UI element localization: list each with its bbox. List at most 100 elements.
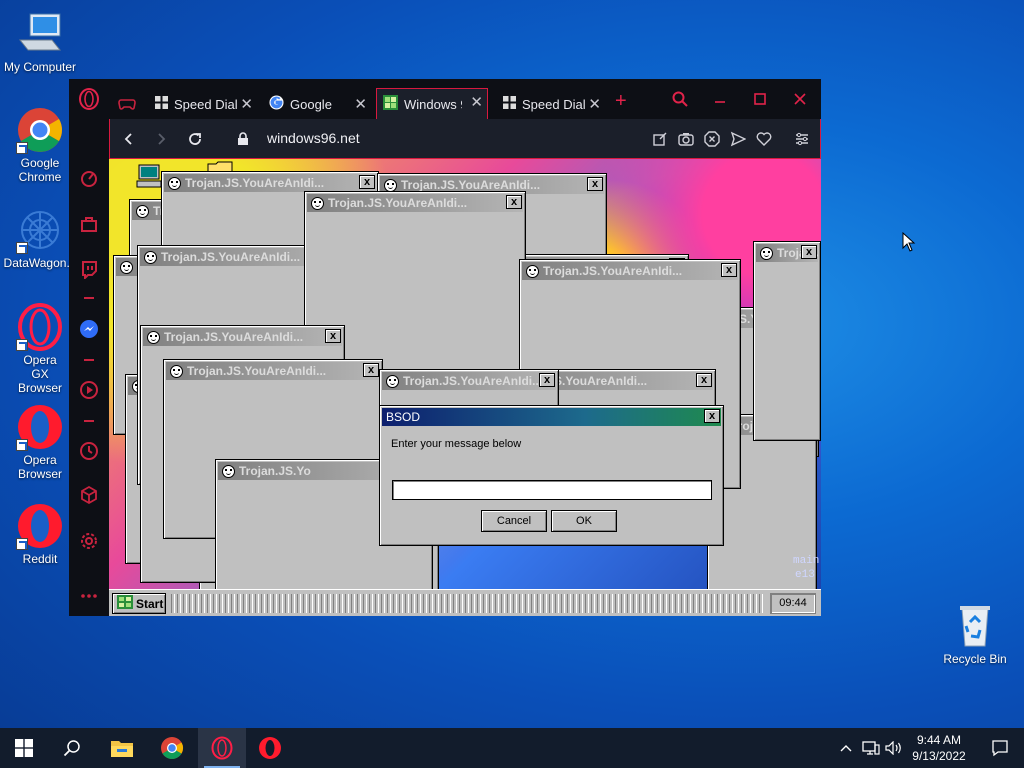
desktop-icon-label: My Computer xyxy=(3,60,77,74)
win96-start-button[interactable]: Start xyxy=(112,593,166,614)
player-icon[interactable] xyxy=(78,379,100,401)
smiley-icon xyxy=(386,374,399,388)
network-icon[interactable] xyxy=(858,728,884,768)
chrome-icon[interactable] xyxy=(148,728,196,768)
opera-icon xyxy=(16,502,64,550)
search-icon[interactable] xyxy=(48,728,96,768)
win96-start-icon xyxy=(117,595,133,612)
win96-start-label: Start xyxy=(136,596,164,611)
close-icon[interactable]: x xyxy=(359,175,375,189)
volume-icon[interactable] xyxy=(882,728,906,768)
close-icon[interactable]: x xyxy=(696,373,712,387)
tab-close-icon[interactable]: ✕ xyxy=(240,95,253,113)
notifications-icon[interactable] xyxy=(976,728,1024,768)
easy-setup-icon[interactable] xyxy=(793,130,811,148)
opera-gx-window: Speed Dial ✕ Google ✕ Windows 9 ✕ Speed … xyxy=(69,79,821,616)
twitch-icon[interactable] xyxy=(78,258,100,280)
close-icon[interactable]: x xyxy=(587,177,603,191)
cancel-button[interactable]: Cancel xyxy=(481,510,547,532)
close-icon[interactable]: x xyxy=(801,245,817,259)
google-icon xyxy=(269,95,284,113)
back-button[interactable] xyxy=(118,128,140,150)
chevron-up-icon[interactable] xyxy=(834,728,858,768)
desktop-icon-recycle-bin[interactable]: Recycle Bin xyxy=(935,602,1015,666)
desktop-icon-opera-browser[interactable]: Opera Browser xyxy=(0,403,80,481)
start-button[interactable] xyxy=(0,728,48,768)
smiley-icon xyxy=(168,176,181,190)
maximize-button[interactable] xyxy=(745,87,775,111)
smiley-icon xyxy=(147,330,160,344)
snapshot-edit-icon[interactable] xyxy=(651,130,669,148)
desktop-icon-my-computer[interactable]: My Computer xyxy=(0,10,80,74)
file-explorer-icon[interactable] xyxy=(98,728,146,768)
tab-label: Windows 9 xyxy=(404,96,462,112)
close-window-button[interactable] xyxy=(785,87,815,111)
tab-windows96[interactable]: Windows 9 ✕ xyxy=(376,88,488,119)
datawagon-icon xyxy=(16,206,64,254)
sidebar-divider xyxy=(84,420,94,422)
send-icon[interactable] xyxy=(729,130,747,148)
mouse-cursor-icon xyxy=(902,231,916,257)
ok-button[interactable]: OK xyxy=(551,510,617,532)
minimize-button[interactable] xyxy=(705,87,735,111)
forward-button[interactable] xyxy=(150,128,172,150)
partial-text: e13 xyxy=(795,569,815,581)
url-field[interactable]: windows96.net xyxy=(267,130,360,146)
history-icon[interactable] xyxy=(78,440,100,462)
search-tabs-icon[interactable] xyxy=(665,87,695,111)
clock-time: 9:44 AM xyxy=(916,733,962,747)
tab-close-icon[interactable]: ✕ xyxy=(470,93,483,111)
lock-icon[interactable] xyxy=(232,128,254,150)
gx-control-icon[interactable] xyxy=(78,168,100,190)
extensions-cube-icon[interactable] xyxy=(78,484,100,506)
tab-speed-dial[interactable]: Speed Dial ✕ xyxy=(149,91,253,117)
desktop-icon-datawagon[interactable]: DataWagon... xyxy=(0,206,80,270)
desktop-icon-label: Opera GX Browser xyxy=(17,353,62,395)
shortcut-arrow-icon xyxy=(16,142,28,154)
address-bar: windows96.net xyxy=(109,119,821,159)
desktop-icon-reddit[interactable]: Reddit xyxy=(0,502,80,566)
gx-corner-icon[interactable] xyxy=(78,213,100,235)
sidebar-divider xyxy=(84,359,94,361)
windows96-icon xyxy=(383,95,398,113)
system-clock[interactable]: 9:44 AM 9/13/2022 xyxy=(904,732,974,764)
close-icon[interactable]: x xyxy=(539,373,555,387)
opera-icon[interactable] xyxy=(246,728,294,768)
close-icon[interactable]: x xyxy=(506,195,522,209)
desktop-icon-google-chrome[interactable]: Google Chrome xyxy=(0,106,80,184)
win96-computer-icon[interactable] xyxy=(136,163,162,194)
gx-games-icon[interactable] xyxy=(114,91,140,117)
close-icon[interactable]: x xyxy=(704,409,720,423)
smiley-icon xyxy=(222,464,235,478)
windows-taskbar: 9:44 AM 9/13/2022 xyxy=(0,728,1024,768)
sidebar-divider xyxy=(84,297,94,299)
reload-button[interactable] xyxy=(184,128,206,150)
adblock-icon[interactable] xyxy=(703,130,721,148)
new-tab-button[interactable]: + xyxy=(609,88,629,114)
smiley-icon xyxy=(311,196,324,210)
smiley-icon xyxy=(526,264,539,278)
message-input[interactable] xyxy=(392,480,712,500)
chrome-icon xyxy=(16,106,64,154)
trojan-popup[interactable]: Trojan.JS.YouAreAnIdi...x xyxy=(753,241,821,441)
windows96-page: Trojan.JS.YouAreAnIdi... x Trojan.JS.YouA… xyxy=(109,159,821,616)
opera-gx-taskbar-icon[interactable] xyxy=(198,728,246,768)
more-options-icon[interactable] xyxy=(78,585,100,607)
messenger-icon[interactable] xyxy=(78,318,100,340)
tab-speed-dial-2[interactable]: Speed Dial ✕ xyxy=(497,91,601,117)
desktop-icon-opera-gx[interactable]: Opera GX Browser xyxy=(0,303,80,395)
win96-taskbar: Start 09:44 xyxy=(109,589,821,616)
tab-close-icon[interactable]: ✕ xyxy=(354,95,367,113)
tab-close-icon[interactable]: ✕ xyxy=(588,95,601,113)
camera-icon[interactable] xyxy=(677,130,695,148)
settings-gear-icon[interactable] xyxy=(78,530,100,552)
heart-icon[interactable] xyxy=(755,130,773,148)
smiley-icon xyxy=(120,260,133,274)
tab-google[interactable]: Google ✕ xyxy=(263,91,367,117)
close-icon[interactable]: x xyxy=(325,329,341,343)
win96-clock: 09:44 xyxy=(770,593,816,614)
close-icon[interactable]: x xyxy=(363,363,379,377)
win96-task-strip[interactable] xyxy=(171,594,765,613)
close-icon[interactable]: x xyxy=(721,263,737,277)
opera-gx-logo-icon[interactable] xyxy=(78,88,100,110)
